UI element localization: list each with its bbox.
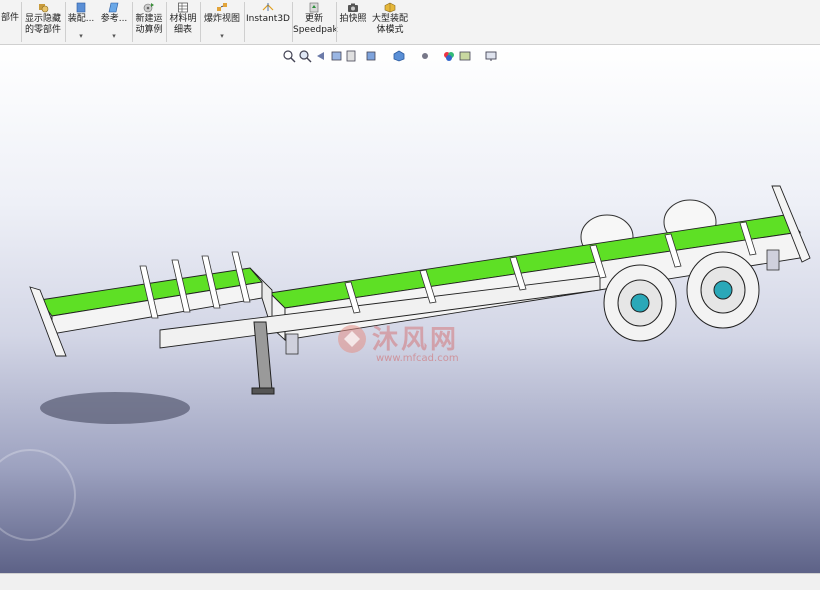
exploded-view-icon [217, 3, 227, 11]
assembly-features-label: 装配... [67, 14, 95, 24]
command-manager-ribbon: 部件 显示隐藏 的零部件 装配... ▾ 参考... ▾ 新建运 动算例 材料明… [0, 0, 820, 45]
camera-icon [348, 3, 358, 12]
assembly-dropdown-icon[interactable]: ▾ [66, 32, 96, 40]
instant3d-button[interactable]: Instant3D [245, 0, 291, 44]
apply-scene-icon[interactable] [458, 49, 472, 63]
bom-label-1: 材料明 [169, 14, 197, 24]
exploded-view-dropdown-icon[interactable]: ▾ [201, 32, 243, 40]
parts-label: 部件 [0, 13, 19, 23]
update-speedpak-button[interactable]: 更新 Speedpak [293, 0, 338, 44]
update-speedpak-label-1: 更新 [304, 14, 323, 24]
instant3d-icon [262, 3, 274, 11]
bom-table-icon [178, 2, 188, 13]
exploded-view-label: 爆炸视图 [203, 14, 240, 24]
watermark-url: www.mfcad.com [376, 353, 459, 364]
graphics-area[interactable]: 沐风网 www.mfcad.com [0, 45, 820, 573]
zoom-to-area-icon[interactable] [298, 49, 312, 63]
new-motion-study-label-1: 新建运 [135, 14, 163, 24]
assembly-features-icon [76, 2, 86, 13]
bom-label-2: 细表 [173, 25, 192, 35]
zoom-to-fit-icon[interactable] [282, 49, 296, 63]
take-snapshot-label: 拍快照 [339, 14, 367, 24]
site-watermark: 沐风网 www.mfcad.com [330, 317, 490, 377]
new-motion-study-label-2: 动算例 [135, 25, 163, 35]
update-speedpak-label-2: Speedpak [293, 25, 338, 35]
speedpak-icon [309, 2, 319, 13]
reference-geometry-icon [108, 2, 119, 13]
status-bar [0, 573, 820, 590]
assembly-features-button[interactable]: 装配... ▾ [66, 0, 96, 44]
show-hidden-label-2: 的零部件 [24, 25, 61, 35]
edit-appearance-icon[interactable] [442, 49, 456, 63]
trailer-chassis-model [0, 185, 811, 541]
large-assembly-icon [384, 2, 396, 13]
large-assembly-mode-button[interactable]: 大型装配 体模式 [369, 0, 411, 44]
instant3d-label: Instant3D [246, 14, 290, 24]
motion-study-icon [143, 3, 154, 13]
take-snapshot-button[interactable]: 拍快照 [337, 0, 369, 44]
show-hidden-icon [39, 4, 49, 13]
hide-show-items-icon[interactable] [418, 49, 432, 63]
exploded-view-button[interactable]: 爆炸视图 ▾ [201, 0, 243, 44]
section-view-icon[interactable] [330, 49, 344, 63]
show-hidden-label-1: 显示隐藏 [24, 14, 61, 24]
dynamic-annotation-icon[interactable] [344, 49, 358, 63]
new-motion-study-button[interactable]: 新建运 动算例 [133, 0, 165, 44]
show-hidden-components-button[interactable]: 显示隐藏 的零部件 [22, 0, 64, 44]
view-orientation-icon[interactable] [364, 49, 378, 63]
watermark-text: 沐风网 [372, 325, 460, 355]
view-settings-icon[interactable] [484, 49, 498, 63]
parts-button[interactable]: 部件 [0, 0, 20, 44]
display-style-icon[interactable] [392, 49, 406, 63]
reference-geometry-button[interactable]: 参考... ▾ [98, 0, 130, 44]
model-shadow [40, 392, 190, 424]
large-assembly-label-1: 大型装配 [371, 14, 408, 24]
reference-dropdown-icon[interactable]: ▾ [98, 32, 130, 40]
reference-geometry-label: 参考... [100, 14, 128, 24]
large-assembly-label-2: 体模式 [376, 25, 404, 35]
viewport-arc [0, 449, 76, 541]
previous-view-icon[interactable] [314, 49, 328, 63]
bill-of-materials-button[interactable]: 材料明 细表 [167, 0, 199, 44]
